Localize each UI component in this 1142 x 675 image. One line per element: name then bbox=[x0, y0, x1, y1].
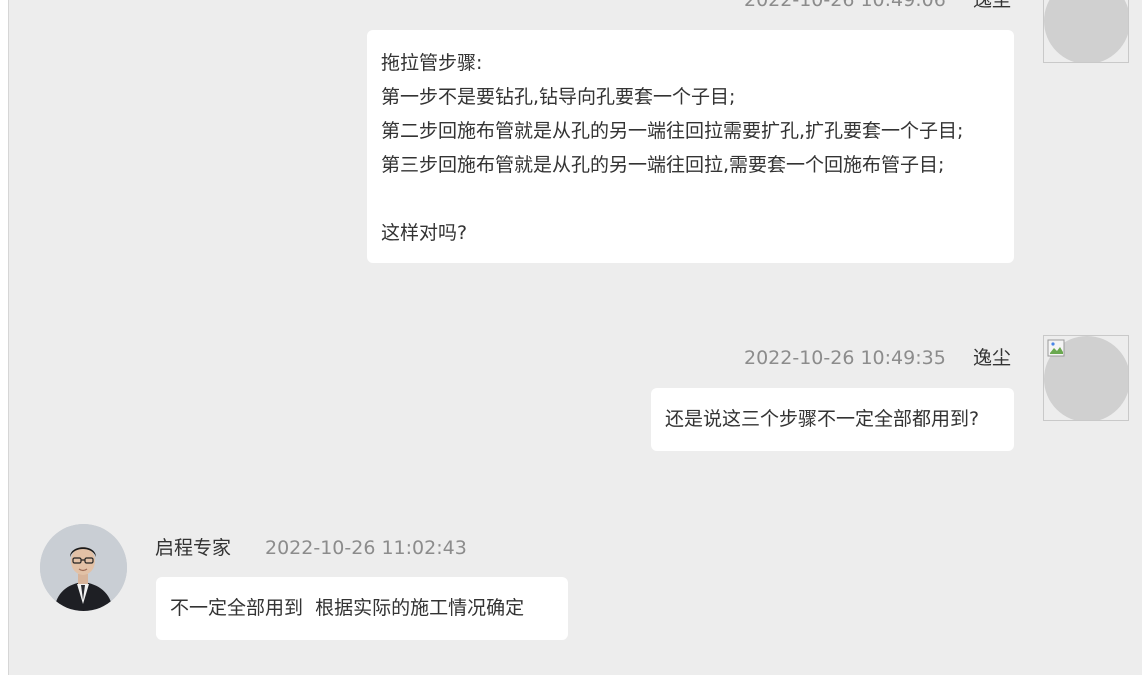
message-text-line: 不一定全部用到 根据实际的施工情况确定 bbox=[170, 597, 525, 619]
message-text-line: 还是说这三个步骤不一定全部都用到? bbox=[665, 408, 980, 430]
sender-avatar[interactable] bbox=[1043, 0, 1129, 63]
message-timestamp: 2022-10-26 10:49:35 bbox=[744, 347, 946, 369]
sender-avatar[interactable] bbox=[1043, 335, 1129, 421]
message-timestamp: 2022-10-26 10:49:06 bbox=[744, 0, 946, 11]
chat-panel[interactable]: 2022-10-26 10:49:06 逸尘 拖拉管步骤: 第一步不是要钻孔,钻… bbox=[8, 0, 1142, 675]
message-sender-name[interactable]: 逸尘 bbox=[973, 0, 1011, 12]
message-sender-name[interactable]: 启程专家 bbox=[155, 536, 231, 560]
message-text-line: 第二步回施布管就是从孔的另一端往回拉需要扩孔,扩孔要套一个子目; bbox=[381, 120, 964, 142]
message-bubble[interactable]: 还是说这三个步骤不一定全部都用到? bbox=[651, 388, 1014, 451]
message-timestamp: 2022-10-26 11:02:43 bbox=[265, 537, 467, 559]
message-incoming-3: 启程专家 2022-10-26 11:02:43 不一定全部用到 根据实际的施工… bbox=[9, 510, 1142, 650]
message-text-line: 第一步不是要钻孔,钻导向孔要套一个子目; bbox=[381, 86, 736, 108]
avatar-placeholder-circle bbox=[1044, 0, 1128, 62]
message-text-line bbox=[381, 182, 1014, 216]
broken-image-icon bbox=[1047, 339, 1065, 357]
message-outgoing-2: 2022-10-26 10:49:35 逸尘 还是说这三个步骤不一定全部都用到? bbox=[9, 320, 1142, 460]
broken-image-icon bbox=[1047, 0, 1067, 1]
person-photo-icon bbox=[40, 524, 127, 611]
message-text-line: 这样对吗? bbox=[381, 222, 468, 244]
message-bubble[interactable]: 拖拉管步骤: 第一步不是要钻孔,钻导向孔要套一个子目; 第二步回施布管就是从孔的… bbox=[367, 30, 1014, 263]
message-text-line: 拖拉管步骤: bbox=[381, 52, 483, 74]
message-bubble[interactable]: 不一定全部用到 根据实际的施工情况确定 bbox=[156, 577, 568, 640]
message-sender-name[interactable]: 逸尘 bbox=[973, 346, 1011, 370]
message-outgoing-1: 2022-10-26 10:49:06 逸尘 拖拉管步骤: 第一步不是要钻孔,钻… bbox=[9, 0, 1142, 270]
message-text-line: 第三步回施布管就是从孔的另一端往回拉,需要套一个回施布管子目; bbox=[381, 154, 945, 176]
expert-avatar[interactable] bbox=[40, 524, 127, 611]
